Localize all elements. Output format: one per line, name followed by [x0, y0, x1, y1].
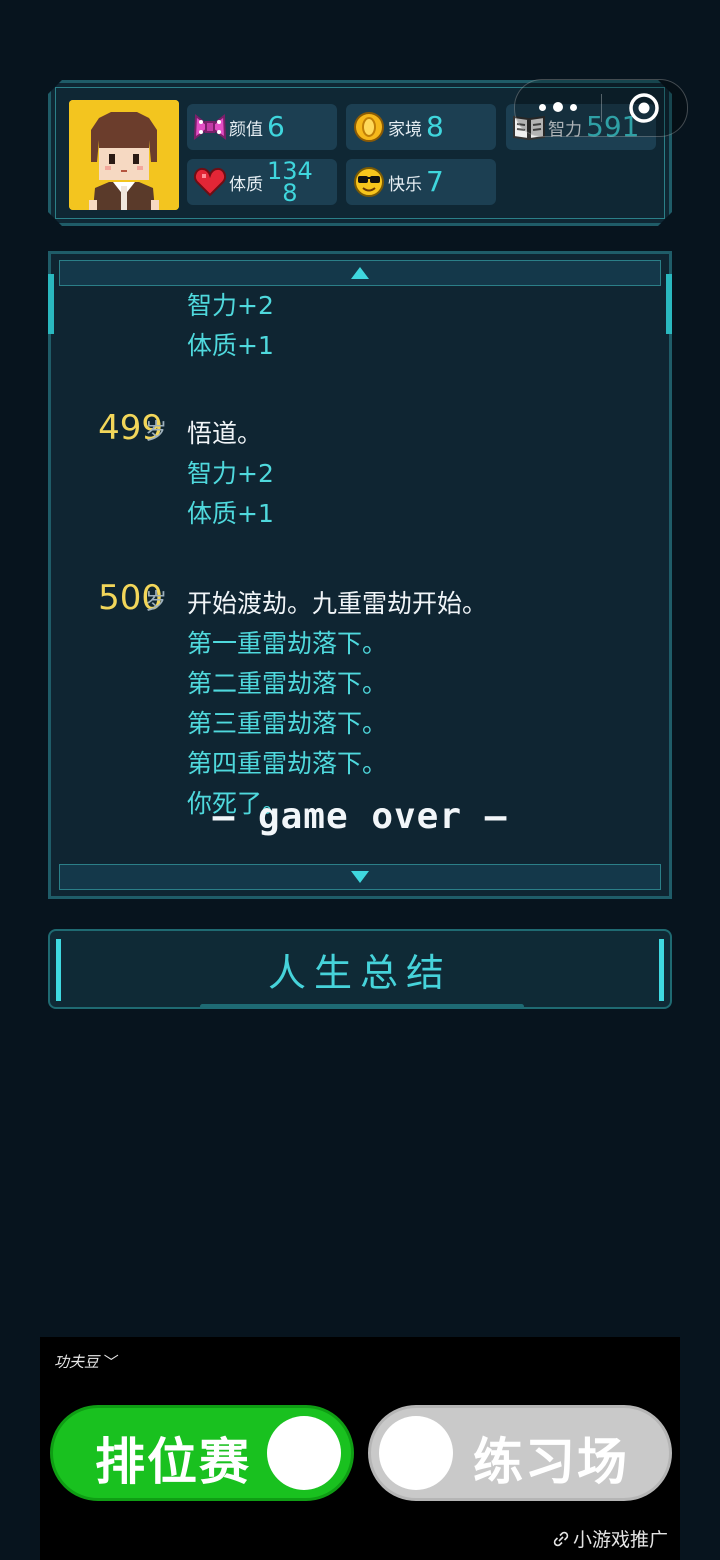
stat-charm-value: 6 [267, 110, 285, 143]
log-line: 智力+2 [187, 459, 274, 488]
practice-toggle[interactable]: 练习场 [368, 1405, 672, 1501]
log-line: 第四重雷劫落下。 [187, 749, 388, 778]
ranked-toggle-label: 排位赛 [95, 1433, 251, 1491]
log-line: 第一重雷劫落下。 [187, 629, 388, 658]
toggle-knob [379, 1416, 453, 1490]
ad-logo: 功夫豆 ﹀ [54, 1351, 119, 1372]
toggle-knob [267, 1416, 341, 1490]
ad-footer[interactable]: 小游戏推广 [553, 1525, 668, 1552]
log-line: 第二重雷劫落下。 [187, 669, 388, 698]
button-bottom-decoration [200, 1004, 524, 1009]
age-unit: 岁 [145, 590, 168, 615]
log-event: 悟道。 [187, 419, 263, 448]
coin-icon [352, 110, 386, 144]
log-line: 第三重雷劫落下。 [187, 709, 388, 738]
log-event: 开始渡劫。九重雷劫开始。 [187, 589, 488, 618]
stat-happiness-label: 快乐 [388, 174, 422, 195]
scroll-down-button[interactable] [59, 864, 661, 890]
log-line: 智力+2 [187, 291, 274, 320]
life-summary-button[interactable]: 人生总结 [48, 929, 672, 1009]
stat-charm: 颜值 6 [187, 104, 337, 150]
stat-charm-label: 颜值 [229, 119, 263, 140]
stat-happiness: 快乐 7 [346, 159, 496, 205]
age-unit: 岁 [145, 420, 168, 445]
mini-program-capsule [514, 79, 688, 137]
life-summary-label: 人生总结 [267, 950, 452, 995]
log-line: 体质+1 [187, 499, 274, 528]
ad-logo-text: 功夫豆 [54, 1353, 100, 1371]
ranked-toggle[interactable]: 排位赛 [50, 1405, 354, 1501]
ad-banner[interactable]: 功夫豆 ﹀ 排位赛 练习场 小游戏推广 [40, 1337, 680, 1560]
stat-physique-value-line2: 8 [282, 179, 298, 207]
game-over-label: — game over — [212, 796, 508, 837]
button-edge-decoration [56, 939, 61, 1001]
heart-icon [193, 165, 227, 199]
chevron-down-icon[interactable]: ﹀ [104, 1353, 119, 1371]
more-dots-icon[interactable] [515, 102, 601, 113]
target-close-icon[interactable] [602, 92, 688, 124]
triangle-up-icon [351, 267, 369, 279]
bow-icon [193, 110, 227, 144]
scroll-up-button[interactable] [59, 260, 661, 286]
practice-toggle-label: 练习场 [473, 1433, 629, 1491]
stat-family-label: 家境 [388, 119, 422, 140]
button-edge-decoration [659, 939, 664, 1001]
life-log-panel: 智力+2 体质+1 499 岁 悟道。 智力+2 体质+1 500 岁 开始渡劫… [48, 251, 672, 899]
life-log-scroll-area[interactable]: 智力+2 体质+1 499 岁 悟道。 智力+2 体质+1 500 岁 开始渡劫… [51, 290, 669, 858]
stat-family: 家境 8 [346, 104, 496, 150]
stat-physique-value: 134 8 [267, 160, 313, 204]
triangle-down-icon [351, 871, 369, 883]
stat-happiness-value: 7 [426, 165, 444, 198]
avatar [69, 100, 179, 210]
stat-physique-label: 体质 [229, 174, 263, 195]
sunglasses-emoji-icon [352, 165, 386, 199]
link-icon [553, 1531, 569, 1546]
log-line: 体质+1 [187, 331, 274, 360]
stat-physique: 体质 134 8 [187, 159, 337, 205]
ad-footer-label: 小游戏推广 [572, 1529, 668, 1551]
stat-family-value: 8 [426, 110, 444, 143]
